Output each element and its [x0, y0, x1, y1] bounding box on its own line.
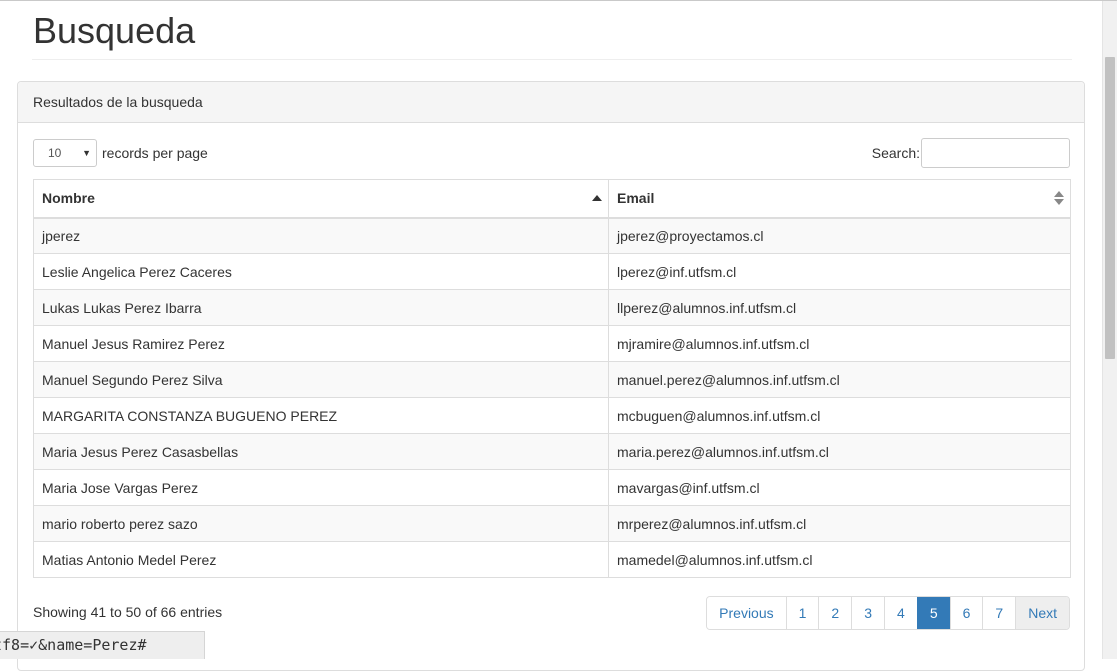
search-label: Search: — [871, 145, 920, 161]
table-header-row: Nombre Email — [33, 179, 1071, 219]
table-row: Lukas Lukas Perez Ibarra llperez@alumnos.… — [33, 289, 1071, 326]
column-header-label: Nombre — [42, 190, 95, 207]
cell-email: manuel.perez@alumnos.inf.utfsm.cl — [608, 361, 1071, 398]
cell-nombre: Maria Jose Vargas Perez — [33, 469, 609, 506]
page-title: Busqueda — [33, 10, 196, 51]
page-button-7[interactable]: 7 — [982, 597, 1016, 629]
pagination: Previous 1 2 3 4 5 6 7 Next — [706, 596, 1070, 630]
cell-email: lperez@inf.utfsm.cl — [608, 253, 1071, 290]
caret-down-icon: ▼ — [82, 148, 91, 158]
cell-nombre: Leslie Angelica Perez Caceres — [33, 253, 609, 290]
cell-nombre: Maria Jesus Perez Casasbellas — [33, 433, 609, 470]
cell-email: mrperez@alumnos.inf.utfsm.cl — [608, 505, 1071, 542]
next-page-button[interactable]: Next — [1015, 597, 1069, 629]
cell-nombre: MARGARITA CONSTANZA BUGUENO PEREZ — [33, 397, 609, 434]
cell-email: maria.perez@alumnos.inf.utfsm.cl — [608, 433, 1071, 470]
cell-nombre: mario roberto perez sazo — [33, 505, 609, 542]
cell-email: llperez@alumnos.inf.utfsm.cl — [608, 289, 1071, 326]
cell-email: mavargas@inf.utfsm.cl — [608, 469, 1071, 506]
sort-both-icon — [1054, 191, 1064, 206]
cell-nombre: Manuel Jesus Ramirez Perez — [33, 325, 609, 362]
sort-ascending-icon — [592, 195, 602, 202]
search-control: Search: — [872, 138, 1070, 168]
status-bar-url: tf8=✓&name=Perez# — [0, 631, 205, 659]
page-button-3[interactable]: 3 — [851, 597, 885, 629]
table-row: Manuel Jesus Ramirez Perez mjramire@alumn… — [33, 325, 1071, 362]
results-panel: Resultados de la busqueda 10 ▼ records p… — [17, 81, 1085, 671]
title-divider — [32, 59, 1072, 60]
records-per-page-value: 10 — [48, 146, 62, 160]
panel-heading: Resultados de la busqueda — [18, 82, 1084, 123]
table-row: Maria Jose Vargas Perez mavargas@inf.utfs… — [33, 469, 1071, 506]
page-button-6[interactable]: 6 — [949, 597, 983, 629]
cell-email: mjramire@alumnos.inf.utfsm.cl — [608, 325, 1071, 362]
scrollbar-thumb[interactable] — [1105, 57, 1115, 359]
column-header-nombre[interactable]: Nombre — [33, 179, 609, 219]
table-info: Showing 41 to 50 of 66 entries — [33, 604, 223, 620]
column-header-email[interactable]: Email — [608, 179, 1071, 219]
page-button-4[interactable]: 4 — [884, 597, 917, 629]
cell-nombre: Lukas Lukas Perez Ibarra — [33, 289, 609, 326]
table-row: mario roberto perez sazo mrperez@alumnos.… — [33, 505, 1071, 542]
table-row: Maria Jesus Perez Casasbellas maria.perez… — [33, 433, 1071, 470]
cell-email: mamedel@alumnos.inf.utfsm.cl — [608, 541, 1071, 578]
page-button-5[interactable]: 5 — [916, 597, 950, 629]
table-row: Manuel Segundo Perez Silva manuel.perez@a… — [33, 361, 1071, 398]
table-row: jperez jperez@proyectamos.cl — [33, 217, 1071, 254]
cell-nombre: jperez — [33, 217, 609, 254]
previous-page-button[interactable]: Previous — [707, 597, 786, 629]
page-button-2[interactable]: 2 — [818, 597, 852, 629]
cell-email: mcbuguen@alumnos.inf.utfsm.cl — [608, 397, 1071, 434]
cell-email: jperez@proyectamos.cl — [608, 217, 1071, 254]
table-row: MARGARITA CONSTANZA BUGUENO PEREZ mcbugue… — [33, 397, 1071, 434]
table-row: Leslie Angelica Perez Caceres lperez@inf.… — [33, 253, 1071, 290]
search-input[interactable] — [921, 138, 1070, 168]
vertical-scrollbar[interactable] — [1102, 1, 1117, 659]
cell-nombre: Manuel Segundo Perez Silva — [33, 361, 609, 398]
length-control: 10 ▼ records per page — [33, 138, 208, 168]
results-table: Nombre Email jperez jperez@proyectamos.cl… — [33, 179, 1071, 578]
records-per-page-select[interactable]: 10 ▼ — [33, 139, 97, 167]
cell-nombre: Matias Antonio Medel Perez — [33, 541, 609, 578]
records-per-page-label: records per page — [102, 145, 208, 161]
page-button-1[interactable]: 1 — [785, 597, 819, 629]
table-row: Matias Antonio Medel Perez mamedel@alumno… — [33, 541, 1071, 578]
column-header-label: Email — [617, 190, 655, 207]
